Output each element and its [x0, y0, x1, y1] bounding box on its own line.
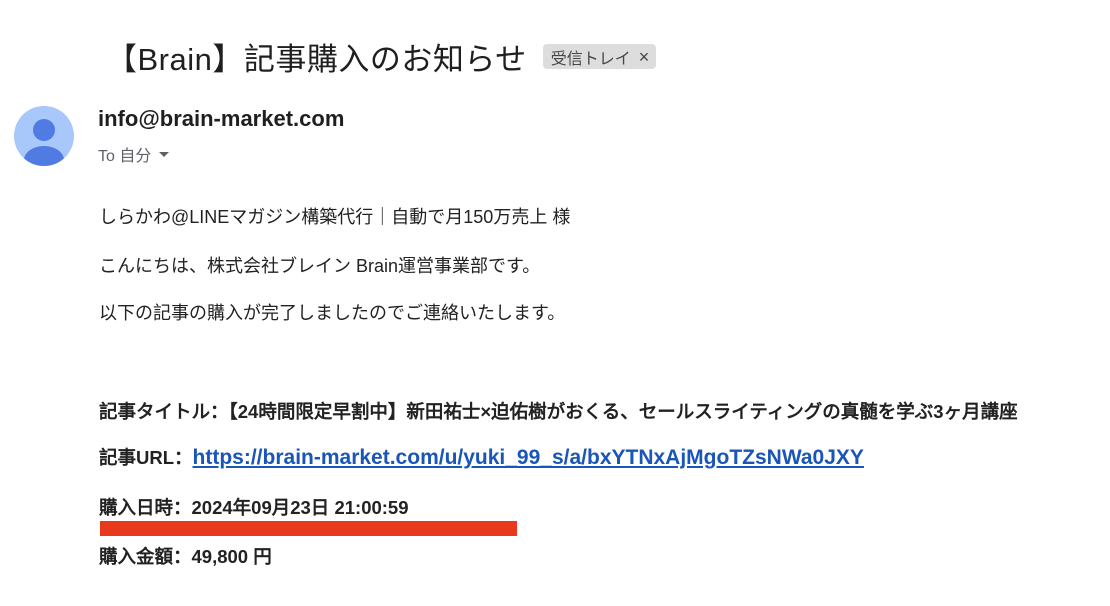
notice-line: 以下の記事の購入が完了しましたのでご連絡いたします。 [99, 303, 566, 323]
sender-address[interactable]: info@brain-market.com [98, 106, 344, 132]
article-title-line: 記事タイトル：【24時間限定早割中】新田祐士×迫佑樹がおくる、セールスライティン… [99, 401, 1018, 422]
article-url-link[interactable]: https://brain-market.com/u/yuki_99_s/a/b… [193, 446, 864, 469]
inbox-label-text: 受信トレイ [550, 50, 631, 68]
close-icon[interactable]: × [639, 48, 650, 66]
purchase-amount-line: 購入金額：49,800 円 [99, 546, 272, 567]
highlight-underline [100, 521, 517, 536]
article-url-label: 記事URL： [99, 447, 193, 468]
purchase-date-line: 購入日時：2024年09月23日 21:00:59 [99, 497, 409, 518]
person-icon [24, 119, 64, 166]
article-url-line: 記事URL：https://brain-market.com/u/yuki_99… [99, 444, 864, 470]
email-subject: 【Brain】記事購入のお知らせ [106, 42, 527, 77]
recipient-text: To 自分 [98, 148, 152, 165]
subject-row: 【Brain】記事購入のお知らせ 受信トレイ × [106, 34, 657, 79]
caret-down-icon[interactable] [159, 151, 170, 157]
recipient-line[interactable]: To 自分 [98, 142, 170, 166]
email-view: 【Brain】記事購入のお知らせ 受信トレイ × info@brain-mark… [0, 0, 1110, 606]
intro-line: こんにちは、株式会社ブレイン Brain運営事業部です。 [99, 256, 541, 276]
sender-avatar[interactable] [14, 106, 74, 166]
inbox-label-chip[interactable]: 受信トレイ × [542, 44, 657, 69]
greeting-line: しらかわ@LINEマガジン構築代行｜自動で月150万売上 様 [99, 207, 571, 227]
